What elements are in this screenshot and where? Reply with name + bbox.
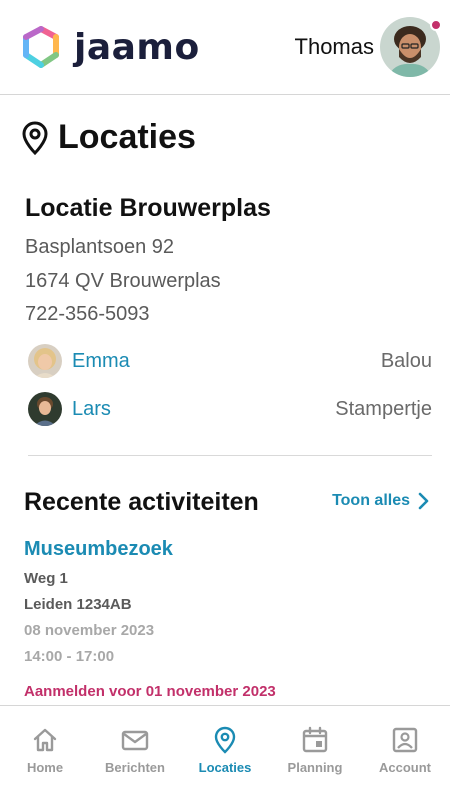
nav-item-locaties[interactable]: Locaties xyxy=(180,706,270,800)
location-street: Basplantsoen 92 xyxy=(25,236,175,258)
location-postal-city: 1674 QV Brouwerplas xyxy=(25,270,221,292)
activity-register-deadline: Aanmelden voor 01 november 2023 xyxy=(24,683,276,700)
nav-label: Locaties xyxy=(198,760,252,775)
see-all-link[interactable]: Toon alles xyxy=(332,492,430,510)
chevron-right-icon xyxy=(418,492,429,510)
divider xyxy=(28,455,432,456)
user-name: Thomas xyxy=(294,34,374,59)
child-name[interactable]: Emma xyxy=(72,350,130,373)
nav-item-planning[interactable]: Planning xyxy=(270,706,360,800)
nav-item-berichten[interactable]: Berichten xyxy=(90,706,180,800)
account-icon xyxy=(392,727,418,753)
calendar-icon xyxy=(302,726,328,753)
location-pin-icon xyxy=(214,726,236,754)
child-avatar xyxy=(28,344,62,378)
mail-icon xyxy=(121,730,149,751)
nav-label: Account xyxy=(379,760,431,775)
location-name: Locatie Brouwerplas xyxy=(25,194,271,222)
bottom-nav: Home Berichten Locaties Planning Account xyxy=(0,705,450,800)
recent-activities-title: Recente activiteiten xyxy=(24,488,259,516)
app-header: jaamo Thomas xyxy=(0,0,450,95)
jaamo-logo-icon xyxy=(23,26,59,68)
child-avatar xyxy=(28,392,62,426)
child-group: Balou xyxy=(380,349,432,372)
location-pin-icon xyxy=(22,120,48,155)
nav-item-account[interactable]: Account xyxy=(360,706,450,800)
activity-address-line1: Weg 1 xyxy=(24,570,68,587)
page-title-row: Locaties xyxy=(22,118,196,157)
nav-label: Planning xyxy=(287,760,343,775)
nav-label: Home xyxy=(26,760,64,775)
location-phone[interactable]: 722-356-5093 xyxy=(25,303,150,326)
brand[interactable]: jaamo xyxy=(18,24,200,70)
nav-item-home[interactable]: Home xyxy=(0,706,90,800)
page-title: Locaties xyxy=(58,118,196,156)
user-avatar[interactable] xyxy=(380,17,442,77)
home-icon xyxy=(33,728,57,752)
notification-dot xyxy=(430,19,442,31)
child-name[interactable]: Lars xyxy=(72,398,111,421)
nav-label: Berichten xyxy=(105,760,165,775)
child-group: Stampertje xyxy=(335,397,432,420)
activity-date: 08 november 2023 xyxy=(24,622,155,639)
user-menu[interactable]: Thomas xyxy=(294,17,442,77)
child-row[interactable]: Lars Stampertje xyxy=(28,391,432,427)
activity-address-line2: Leiden 1234AB xyxy=(24,596,132,613)
child-row[interactable]: Emma Balou xyxy=(28,343,432,379)
see-all-label: Toon alles xyxy=(332,492,410,509)
activity-title[interactable]: Museumbezoek xyxy=(24,538,173,561)
activity-time: 14:00 - 17:00 xyxy=(24,648,115,665)
brand-name: jaamo xyxy=(74,26,200,68)
